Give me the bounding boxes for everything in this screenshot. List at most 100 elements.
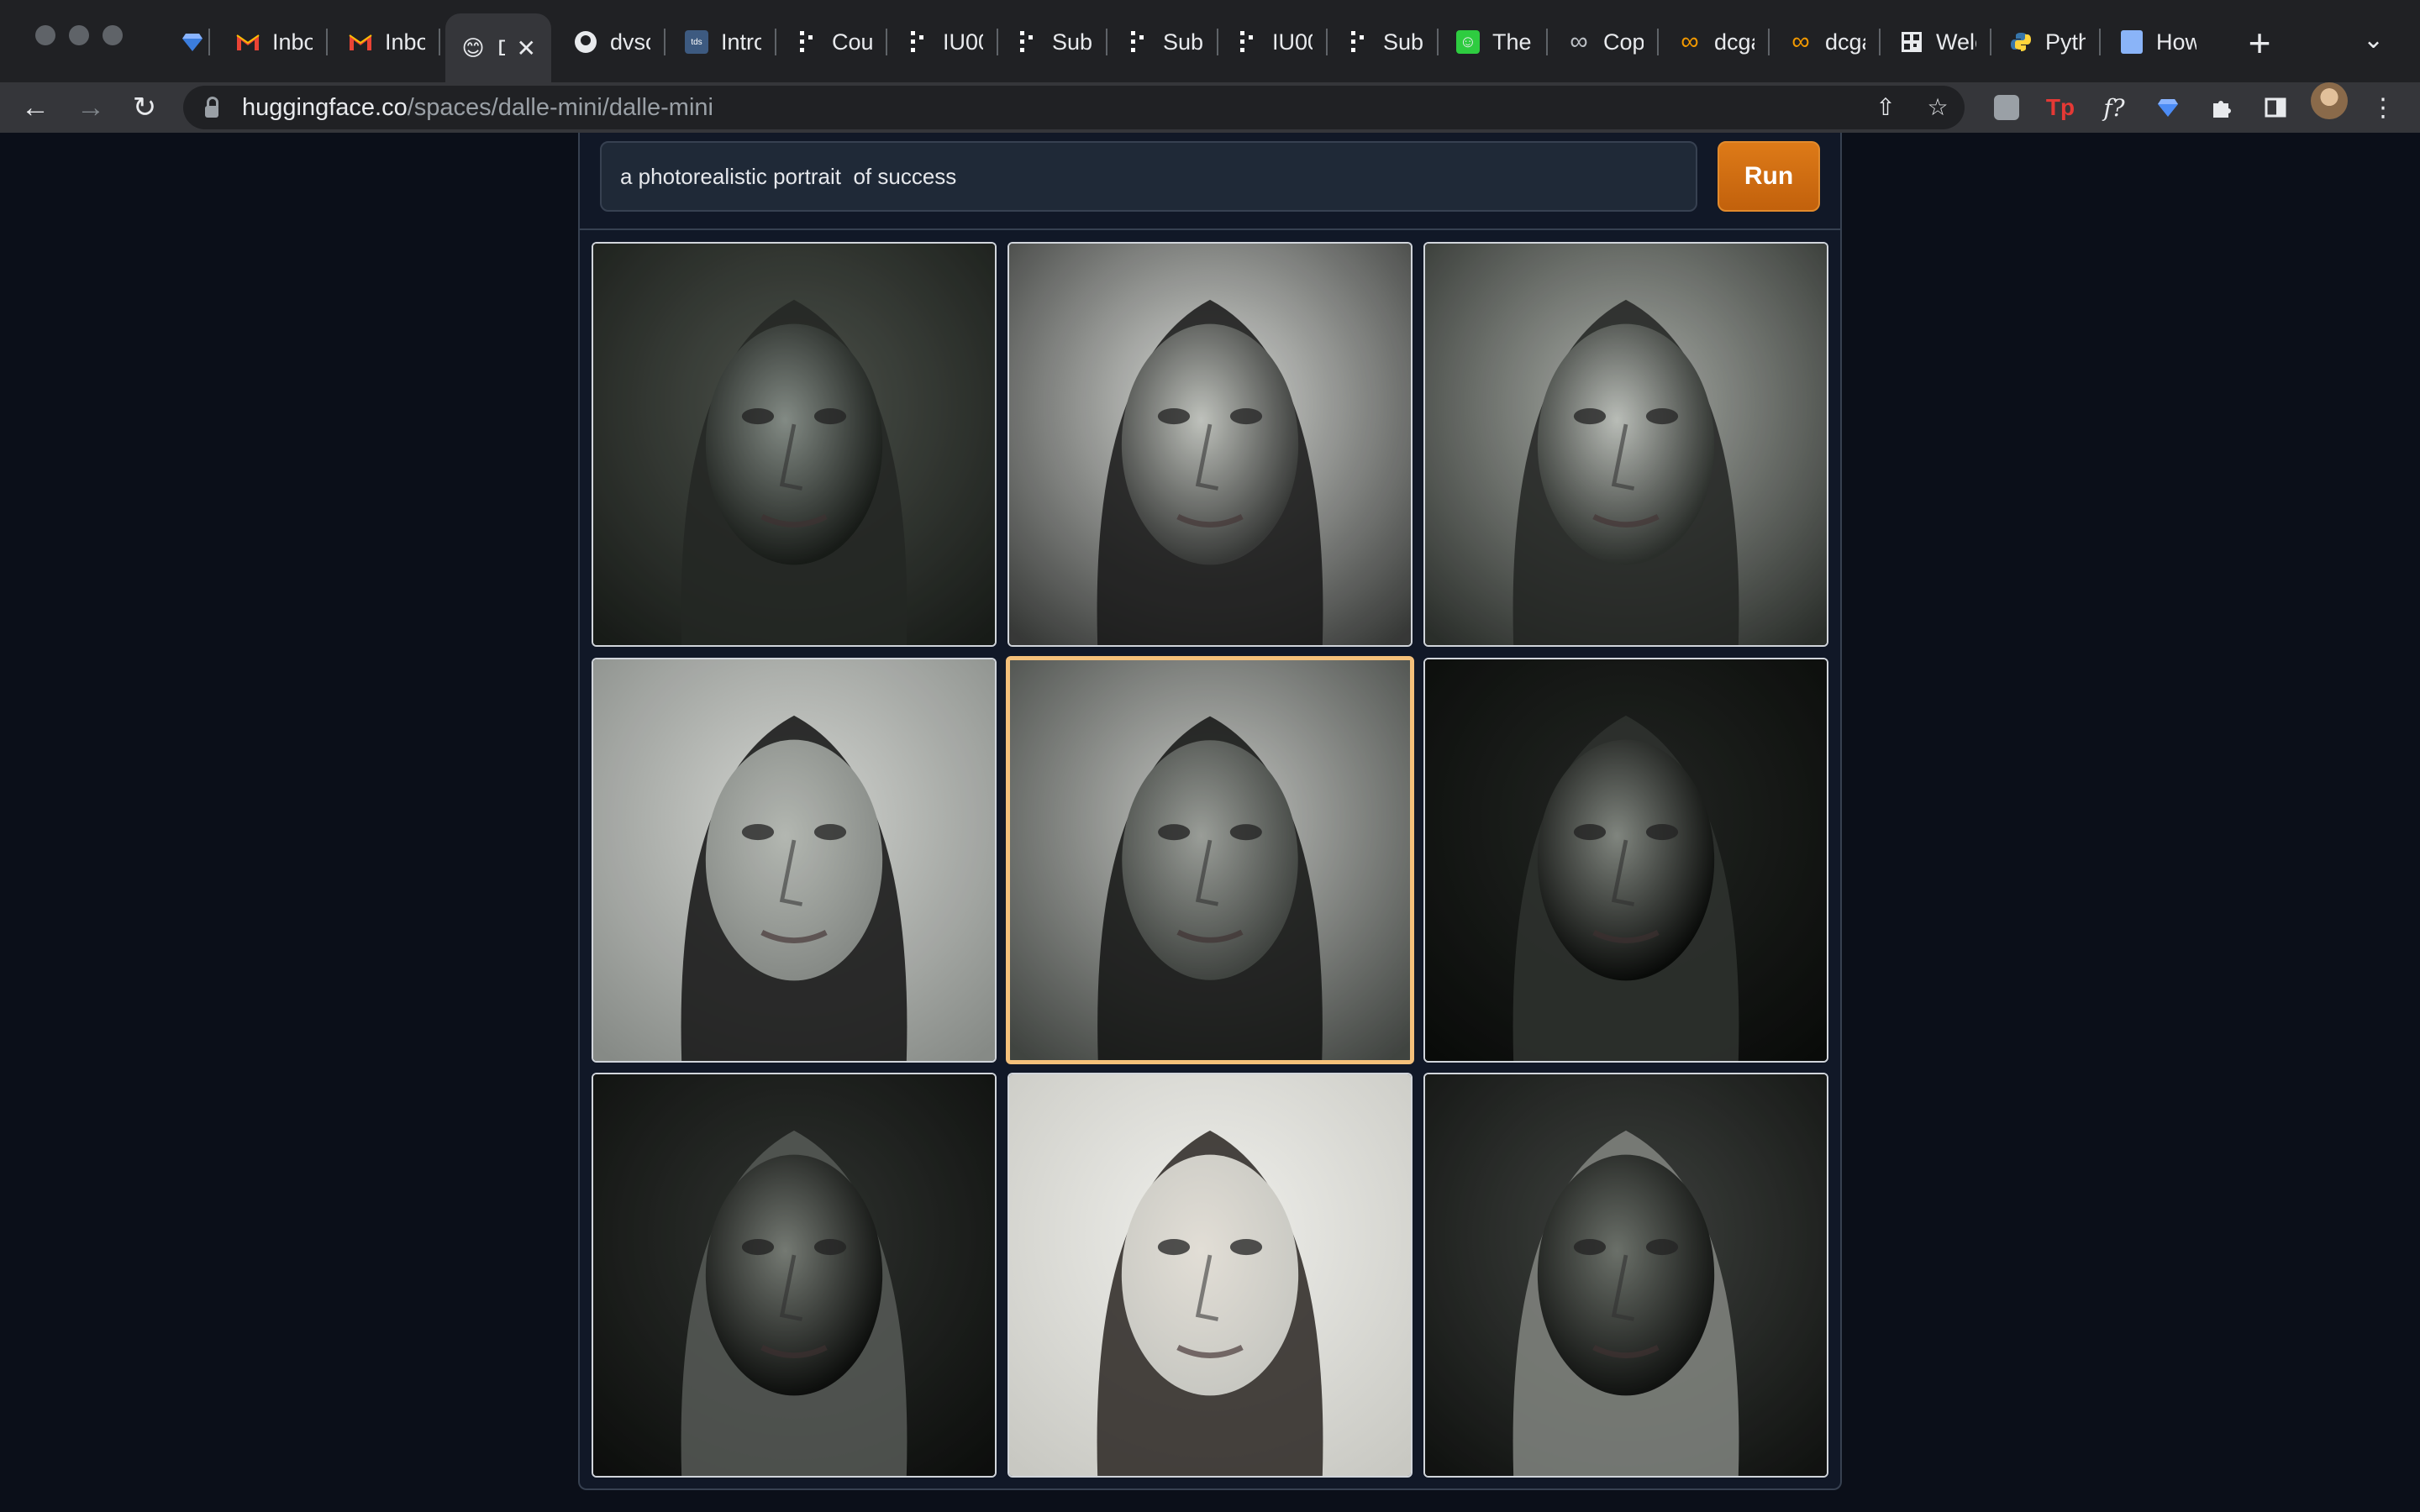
tab-separator [1217,29,1218,55]
prompt-input[interactable]: a photorealistic portrait of success [600,141,1697,212]
infinity-orange-icon: ∞ [1681,28,1699,55]
tab-title: dvsc [610,29,650,55]
share-icon[interactable]: ⇧ [1869,91,1902,124]
forward-arrow-icon[interactable]: → [71,87,111,128]
browser-tab[interactable]: Subr [1111,17,1218,67]
portrait-image [593,1074,995,1476]
extension-k-icon[interactable] [1990,91,2023,124]
tab-title: How [2156,29,2196,55]
new-tab-button[interactable]: + [2237,20,2282,66]
portrait-image [1009,1074,1411,1476]
browser-tab[interactable]: IU00 [891,17,998,67]
tab-separator [1437,29,1439,55]
browser-tab[interactable] [165,17,210,67]
page-icon [2119,29,2144,55]
tab-strip: Inbo Inbo 😊 D ✕ dvsc tds Intro Cour IU00 Subr Subr I… [0,0,2420,82]
tab-separator [1546,29,1548,55]
browser-tab[interactable]: Pyth [1993,17,2101,67]
browser-tab[interactable]: ∞ Copy [1551,17,1659,67]
bookmark-star-icon[interactable]: ☆ [1921,91,1954,124]
browser-tab[interactable]: IU00 [1220,17,1328,67]
gmail-icon [235,29,260,55]
tab-separator [1326,29,1328,55]
browser-tab[interactable]: dvsc [558,17,666,67]
gallery-image-7[interactable] [592,1073,997,1478]
tab-title: Inbo [385,29,425,55]
gem-icon [180,29,205,55]
extensions-puzzle-icon[interactable] [2205,91,2238,124]
coursera-icon [906,29,931,55]
tab-title: Cour [832,29,872,55]
gallery-image-4[interactable] [592,658,997,1063]
minimize-window-button[interactable] [69,25,89,45]
gallery-image-5[interactable] [1006,656,1414,1064]
run-button[interactable]: Run [1718,141,1820,212]
tab-separator [1106,29,1107,55]
coursera-icon [1235,29,1260,55]
browser-tab[interactable]: ☺ The [1440,17,1548,67]
url-host: huggingface.co [242,93,408,121]
portrait-image [1425,1074,1827,1476]
browser-tab[interactable]: tds Intro [669,17,776,67]
tab-separator [775,29,776,55]
tab-title: Subr [1383,29,1423,55]
tds-icon: tds [684,29,709,55]
tab-title: Inbo [272,29,313,55]
back-arrow-icon[interactable]: ← [15,87,55,128]
tab-search-icon[interactable]: ⌄ [2363,25,2384,55]
tab-separator [2099,29,2101,55]
address-bar[interactable]: huggingface.co/spaces/dalle-mini/dalle-m… [183,86,1965,129]
extension-formula-icon[interactable]: f? [2097,91,2131,124]
reload-icon[interactable]: ↻ [124,87,165,128]
coursera-icon [1015,29,1040,55]
gallery-image-1[interactable] [592,242,997,647]
browser-tab[interactable]: 😊 D ✕ [445,13,551,82]
zoom-window-button[interactable] [103,25,123,45]
profile-avatar[interactable] [2311,82,2348,119]
lock-icon[interactable] [205,97,218,118]
browser-tab[interactable]: How [2104,17,2212,67]
browser-tab[interactable]: Welc [1884,17,1991,67]
huggingface-icon: 😊 [461,34,485,60]
side-panel-icon[interactable] [2259,91,2292,124]
tab-title: Pyth [2045,29,2086,55]
tab-separator [1879,29,1881,55]
browser-tab[interactable]: Inbo [333,17,440,67]
portrait-image [1425,244,1827,645]
infinity-orange-icon: ∞ [1791,28,1810,55]
close-tab-icon[interactable]: ✕ [517,34,536,62]
extension-tp-icon[interactable]: Tp [2044,91,2077,124]
tab-title: Subr [1163,29,1203,55]
tab-title: Subr [1052,29,1092,55]
smiley-icon: ☺ [1455,29,1481,55]
tab-title: IU00 [943,29,983,55]
browser-tab[interactable]: Cour [780,17,887,67]
coursera-icon [1346,29,1371,55]
gallery-image-6[interactable] [1423,658,1828,1063]
tab-separator [1990,29,1991,55]
gallery-image-2[interactable] [1007,242,1413,647]
tab-title: Intro [721,29,761,55]
tab-separator [664,29,666,55]
python-icon [2008,29,2033,55]
tab-separator [439,29,440,55]
divider [580,228,1840,230]
browser-tab[interactable]: Subr [1331,17,1439,67]
gallery-image-8[interactable] [1007,1073,1413,1478]
extension-gem-icon[interactable] [2151,91,2185,124]
tab-separator [886,29,887,55]
infinity-icon: ∞ [1570,28,1588,55]
browser-tab[interactable]: Subr [1000,17,1107,67]
url-path: /spaces/dalle-mini/dalle-mini [407,93,713,121]
menu-kebab-icon[interactable]: ⋮ [2366,91,2400,124]
gallery-image-9[interactable] [1423,1073,1828,1478]
tab-title: dcga [1825,29,1865,55]
tab-title: Welc [1936,29,1976,55]
browser-tab[interactable]: Inbo [220,17,328,67]
browser-tab[interactable]: ∞ dcga [1662,17,1770,67]
gallery-image-3[interactable] [1423,242,1828,647]
browser-tab[interactable]: ∞ dcga [1773,17,1881,67]
close-window-button[interactable] [35,25,55,45]
qr-icon [1899,29,1924,55]
browser-toolbar: ← → ↻ huggingface.co/spaces/dalle-mini/d… [0,82,2420,133]
